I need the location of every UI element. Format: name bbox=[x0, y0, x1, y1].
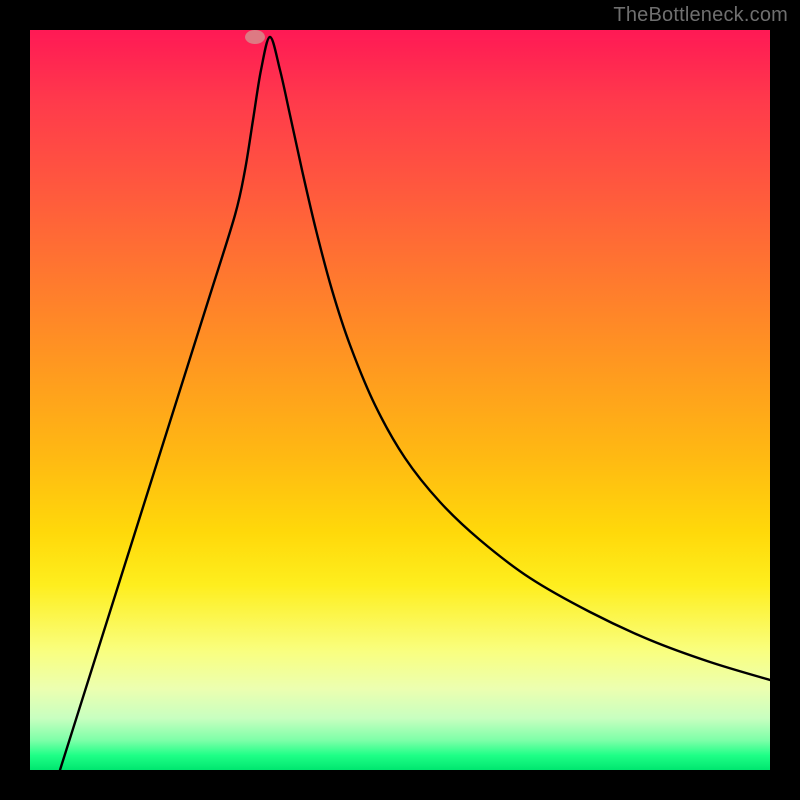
curve-layer bbox=[30, 30, 770, 770]
chart-frame: TheBottleneck.com bbox=[0, 0, 800, 800]
optimum-marker bbox=[245, 30, 265, 44]
plot-area bbox=[30, 30, 770, 770]
bottleneck-curve bbox=[60, 37, 770, 770]
attribution-text: TheBottleneck.com bbox=[613, 4, 788, 27]
